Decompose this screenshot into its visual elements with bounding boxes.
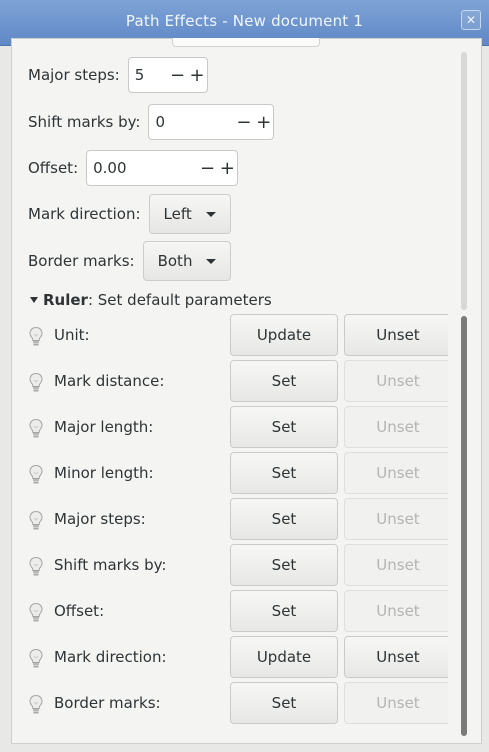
lightbulb-icon [29,418,43,438]
decrement-button[interactable]: − [198,158,218,179]
default-param-row: Major length: Set Unset [28,406,448,450]
default-param-label: Offset: [54,602,105,620]
default-param-label: Mark direction: [54,648,167,666]
increment-button[interactable]: + [254,112,274,133]
spin-value[interactable]: 0.00 [87,159,198,177]
set-default-button[interactable]: Set [230,452,338,494]
default-param-row: Border marks: Set Unset [28,682,448,726]
window-title: Path Effects - New document 1 [125,12,364,30]
lightbulb-icon [29,602,43,622]
lightbulb-icon [29,648,43,668]
mark-direction-dropdown[interactable]: Left [148,194,231,234]
unset-default-button[interactable]: Unset [344,314,448,356]
param-row-border-marks: Border marks: Both [28,241,232,281]
unset-default-button[interactable]: Unset [344,590,448,632]
lightbulb-icon [29,510,43,530]
lightbulb-icon [29,556,43,576]
decrement-button[interactable]: − [234,112,254,133]
dropdown-value: Both [157,252,193,270]
border-marks-dropdown[interactable]: Both [142,241,232,281]
default-param-row: Mark direction: Update Unset [28,636,448,680]
set-default-button[interactable]: Set [230,544,338,586]
set-default-button[interactable]: Set [230,406,338,448]
major-steps-spinbutton[interactable]: 5 − + [127,57,208,93]
param-row-offset: Offset: 0.00 − + [28,148,239,188]
default-param-row: Major steps: Set Unset [28,498,448,542]
scrollbar-track[interactable] [461,52,467,310]
shift-marks-spinbutton[interactable]: 0 − + [148,104,275,140]
unset-default-button[interactable]: Unset [344,452,448,494]
default-param-row: Unit: Update Unset [28,314,448,358]
set-default-button[interactable]: Set [230,590,338,632]
close-icon[interactable]: ✕ [461,10,481,30]
param-row-mark-direction: Mark direction: Left [28,194,231,234]
offset-spinbutton[interactable]: 0.00 − + [86,150,239,186]
default-param-label: Mark distance: [54,372,165,390]
vertical-scrollbar[interactable] [459,46,469,736]
param-label: Mark direction: [28,205,141,223]
default-param-row: Mark distance: Set Unset [28,360,448,404]
default-param-label: Shift marks by: [54,556,167,574]
unset-default-button[interactable]: Unset [344,360,448,402]
section-name: Ruler [43,291,88,309]
param-label: Offset: [28,159,79,177]
increment-button[interactable]: + [217,158,237,179]
spin-value[interactable]: 5 [129,66,168,84]
chevron-down-icon [205,211,216,217]
param-label: Shift marks by: [28,113,141,131]
unset-default-button[interactable]: Unset [344,544,448,586]
set-default-button[interactable]: Set [230,360,338,402]
unset-default-button[interactable]: Unset [344,498,448,540]
param-row-major-steps: Major steps: 5 − + [28,55,208,95]
partially-hidden-widget [172,38,320,47]
set-default-button[interactable]: Update [230,636,338,678]
section-text: : Set default parameters [87,291,272,309]
default-param-label: Minor length: [54,464,154,482]
set-default-button[interactable]: Set [230,498,338,540]
set-default-button[interactable]: Set [230,682,338,724]
default-param-row: Minor length: Set Unset [28,452,448,496]
param-label: Border marks: [28,252,135,270]
dropdown-value: Left [163,205,192,223]
param-label: Major steps: [28,66,120,84]
increment-button[interactable]: + [187,65,206,86]
chevron-down-icon [206,258,217,264]
decrement-button[interactable]: − [168,65,187,86]
lightbulb-icon [29,326,43,346]
default-param-label: Major length: [54,418,154,436]
expander-triangle-icon[interactable] [30,297,38,303]
lightbulb-icon [29,372,43,392]
default-param-label: Border marks: [54,694,161,712]
default-param-label: Unit: [54,326,90,344]
lightbulb-icon [29,464,43,484]
lightbulb-icon [29,694,43,714]
spin-value[interactable]: 0 [149,113,234,131]
set-default-button[interactable]: Update [230,314,338,356]
param-row-shift-marks: Shift marks by: 0 − + [28,102,275,142]
defaults-section-header[interactable]: Ruler: Set default parameters [28,291,272,309]
unset-default-button[interactable]: Unset [344,406,448,448]
unset-default-button[interactable]: Unset [344,636,448,678]
default-param-label: Major steps: [54,510,146,528]
path-effect-params: Major steps: 5 − + Shift marks by: 0 − +… [28,38,448,738]
default-param-row: Offset: Set Unset [28,590,448,634]
default-param-row: Shift marks by: Set Unset [28,544,448,588]
scrollbar-thumb[interactable] [461,316,467,736]
unset-default-button[interactable]: Unset [344,682,448,724]
